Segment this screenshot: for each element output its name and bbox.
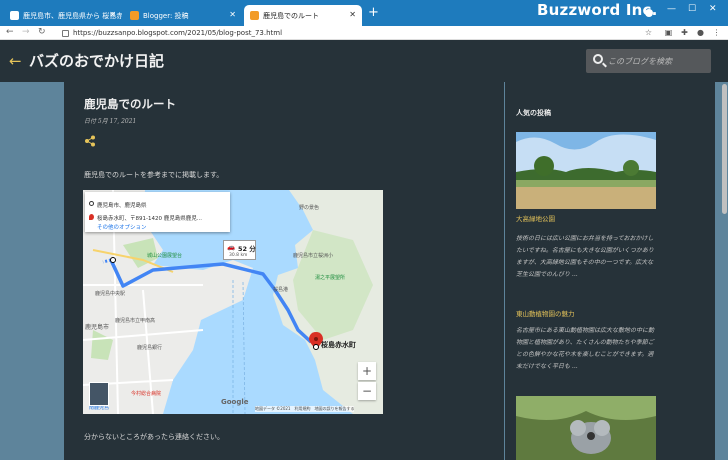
pin-icon: [89, 214, 94, 220]
address-bar[interactable]: https://buzzsanpo.blogspot.com/2021/05/b…: [62, 27, 622, 39]
tab-title: 鹿児島でのルート: [263, 11, 319, 20]
close-tab-icon[interactable]: ✕: [109, 10, 116, 19]
map-label-city: 鹿児島市: [85, 324, 110, 331]
embedded-map[interactable]: 鹿児島市、鹿児島県 桜島赤水町、〒891-1420 鹿児島県鹿児... その他の…: [83, 190, 383, 414]
satellite-thumbnail[interactable]: [89, 382, 109, 406]
route-distance: 30.8 km: [229, 253, 248, 258]
extension-icon[interactable]: ▣: [664, 28, 673, 37]
reload-icon[interactable]: ↻: [38, 26, 46, 39]
puzzle-icon[interactable]: ✚: [680, 28, 689, 37]
browser-window: 鹿児島市、鹿児島県から 桜島赤水町... ✕ Blogger: 投稿 ✕ 鹿児島…: [0, 0, 728, 460]
park-thumbnail[interactable]: [516, 132, 656, 209]
close-window-icon[interactable]: ✕: [709, 4, 717, 14]
popular-post-title[interactable]: 大高緑地公園: [516, 213, 555, 223]
destination-label: 桜島赤水町、〒891-1420 鹿児島県鹿児...: [97, 216, 202, 222]
sidebar: 人気の投稿 大高緑地公園 技術の日には広い公園にお弁当を持っておおかけしたいです…: [505, 82, 715, 460]
map-footer[interactable]: 地図データ ©2021 利用規約 地図の誤りを報告する: [255, 406, 355, 412]
map-label-bank: 鹿児島銀行: [137, 345, 163, 351]
map-label-school: 鹿児島市立桜洲小: [293, 253, 334, 259]
back-icon[interactable]: ←: [6, 26, 14, 39]
post-intro: 鹿児島でのルートを参考までに掲載します。: [84, 171, 224, 179]
back-arrow-icon[interactable]: ←: [9, 52, 22, 70]
lock-icon: [62, 29, 69, 37]
koala-thumbnail[interactable]: [516, 396, 656, 460]
star-icon[interactable]: ☆: [644, 28, 653, 37]
origin-icon: [89, 201, 94, 206]
post-column: 鹿児島でのルート 日付 5月 17, 2021 鹿児島でのルートを参考までに掲載…: [64, 82, 504, 460]
car-icon: 🚗: [227, 243, 236, 251]
duration-callout: 🚗 52 分 30.8 km: [223, 240, 256, 260]
zoom-out-button[interactable]: −: [358, 382, 376, 400]
share-icon[interactable]: [84, 135, 96, 147]
directions-panel[interactable]: 鹿児島市、鹿児島県 桜島赤水町、〒891-1420 鹿児島県鹿児... その他の…: [85, 192, 230, 232]
tab-route[interactable]: 鹿児島でのルート ✕: [244, 5, 362, 26]
map-label-hospital: 今村総合病院: [131, 391, 162, 397]
blog-header: ← バズのおでかけ日記: [0, 40, 728, 82]
tab-blogger[interactable]: Blogger: 投稿 ✕: [124, 5, 242, 26]
popular-post-snippet: 技術の日には広い公園にお弁当を持っておおかけしたいですね。名古屋にも大きな公園が…: [516, 235, 654, 278]
maps-icon: [10, 11, 19, 20]
new-tab-button[interactable]: +: [368, 6, 379, 20]
post-outro: 分からないところがあったら連絡ください。: [84, 433, 224, 441]
destination-marker-label: 桜島赤水町: [321, 341, 356, 349]
map-label-station: 鹿児島中央駅: [95, 291, 126, 297]
search-input[interactable]: [608, 52, 706, 70]
page-scrollbar[interactable]: [721, 82, 728, 460]
blog-page: ← バズのおでかけ日記 鹿児島でのルート 日付 5月 17, 2021 鹿児島で…: [0, 40, 728, 460]
blog-title[interactable]: バズのおでかけ日記: [29, 50, 164, 71]
post-title: 鹿児島でのルート: [84, 97, 176, 111]
url-text: https://buzzsanpo.blogspot.com/2021/05/b…: [73, 29, 283, 37]
origin-label: 鹿児島市、鹿児島県: [97, 203, 147, 209]
search-icon[interactable]: [593, 54, 603, 64]
menu-icon[interactable]: ⋮: [712, 28, 721, 37]
profile-icon[interactable]: [645, 9, 653, 17]
tab-maps[interactable]: 鹿児島市、鹿児島県から 桜島赤水町... ✕: [4, 5, 122, 26]
tab-bar: 鹿児島市、鹿児島県から 桜島赤水町... ✕ Blogger: 投稿 ✕ 鹿児島…: [0, 0, 728, 26]
zoom-in-button[interactable]: +: [358, 362, 376, 380]
scrollbar-thumb[interactable]: [722, 84, 727, 214]
close-tab-icon[interactable]: ✕: [229, 10, 236, 19]
popular-posts-title: 人気の投稿: [516, 108, 551, 117]
tab-title: Blogger: 投稿: [143, 11, 189, 20]
brand-label: Buzzword Inc.: [537, 1, 658, 19]
map-label-port: 桜島港: [273, 287, 289, 293]
minimize-icon[interactable]: —: [667, 4, 676, 14]
post-date: 日付 5月 17, 2021: [84, 118, 137, 125]
forward-icon[interactable]: →: [22, 26, 30, 39]
map-label-highschool: 鹿児島市立甲南高: [115, 318, 156, 324]
tab-title: 鹿児島市、鹿児島県から 桜島赤水町...: [23, 11, 122, 20]
more-options-link[interactable]: その他のオプション: [97, 223, 147, 231]
blogger-icon: [250, 11, 259, 20]
browser-toolbar: ← → ↻ https://buzzsanpo.blogspot.com/202…: [0, 26, 728, 40]
blogger-icon: [130, 11, 139, 20]
popular-post-title[interactable]: 東山動植物園の魅力: [516, 308, 575, 318]
close-tab-icon[interactable]: ✕: [349, 10, 356, 19]
map-label-viewpoint: 湯之平展望所: [315, 275, 346, 281]
google-logo: Google: [221, 398, 249, 406]
map-label-park: 城山公園展望台: [147, 253, 183, 259]
popular-post-snippet: 名古屋市にある東山動植物園は広大な敷地の中に動物園と植物園があり、たくさんの動物…: [516, 327, 655, 370]
route-duration: 52 分: [238, 245, 256, 253]
maximize-icon[interactable]: ☐: [688, 4, 696, 14]
map-label-area: 野の景色: [299, 205, 320, 211]
account-icon[interactable]: ●: [696, 28, 705, 37]
blog-search[interactable]: [586, 49, 711, 73]
